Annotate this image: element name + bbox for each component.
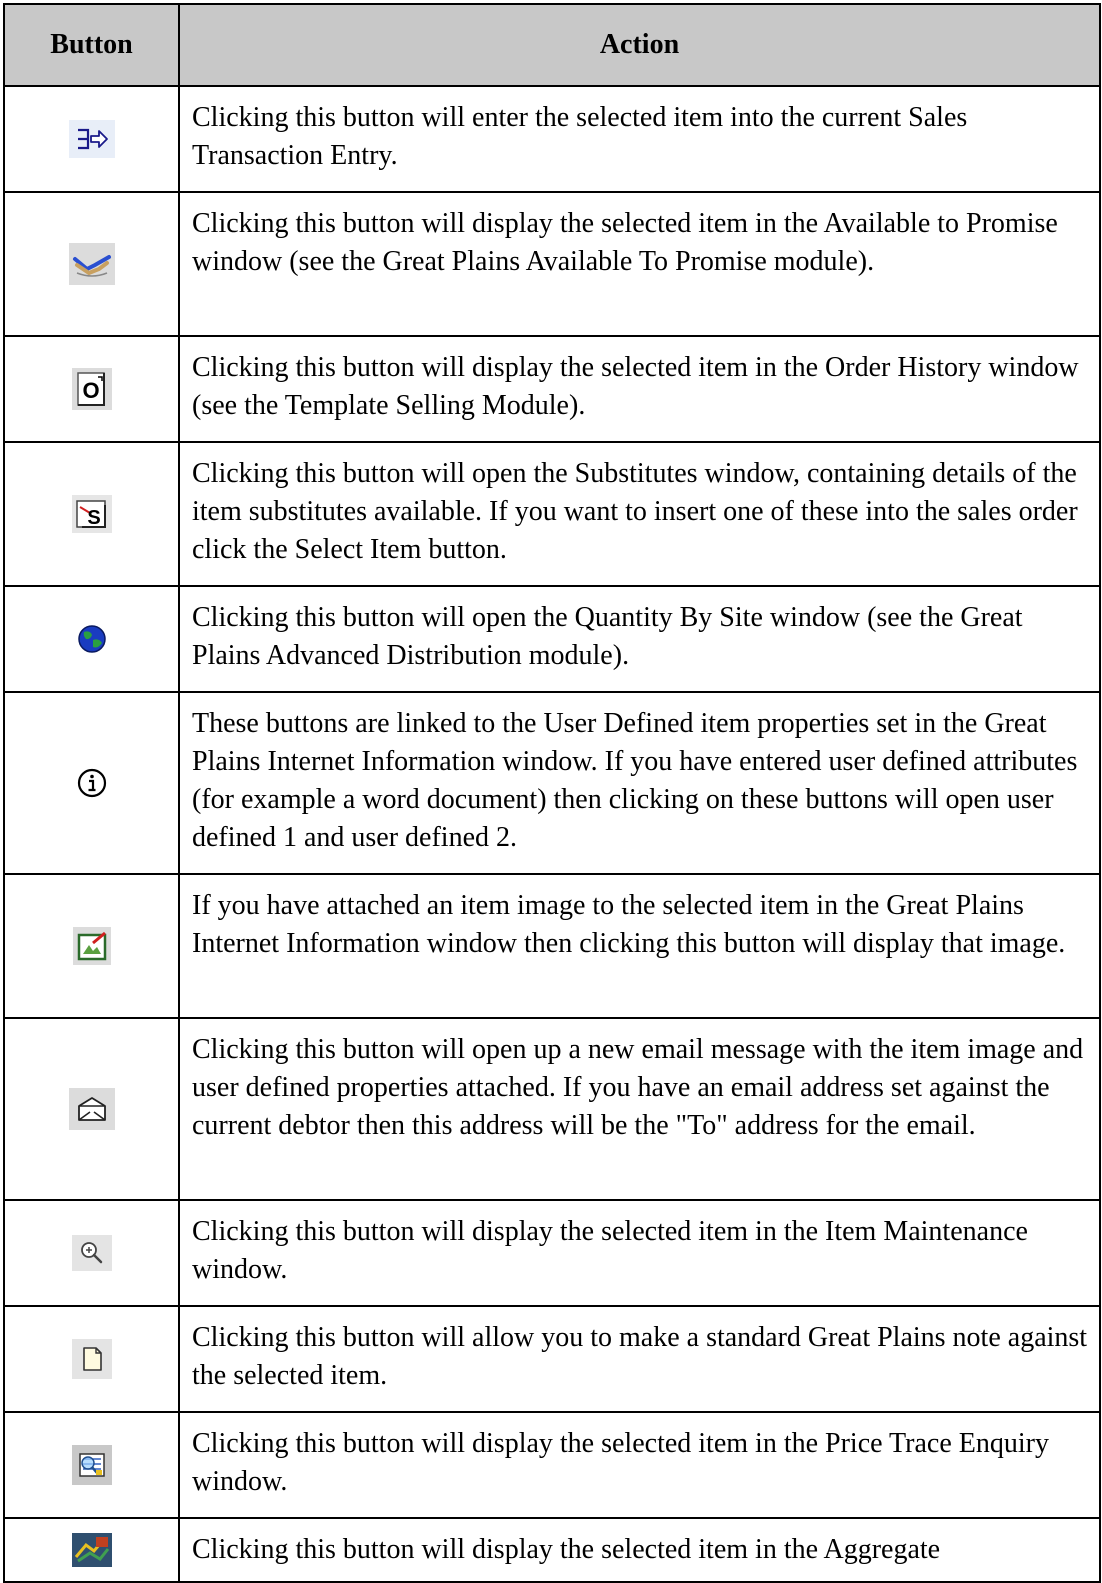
icon-cell <box>3 873 180 1019</box>
table-row: These buttons are linked to the User Def… <box>3 691 1101 875</box>
action-text: Clicking this button will display the se… <box>178 1199 1101 1307</box>
action-text: Clicking this button will enter the sele… <box>178 85 1101 193</box>
icon-cell <box>3 85 180 193</box>
svg-text:S: S <box>87 507 100 529</box>
table-row: Clicking this button will open the Quant… <box>3 585 1101 693</box>
table-row: Clicking this button will open up a new … <box>3 1017 1101 1201</box>
svg-text:O: O <box>82 378 99 403</box>
icon-cell <box>3 1199 180 1307</box>
action-text: Clicking this button will display the se… <box>178 335 1101 443</box>
table-row: If you have attached an item image to th… <box>3 873 1101 1019</box>
info-icon[interactable] <box>73 764 111 802</box>
button-action-table: Button Action Clicking this button will … <box>3 3 1101 1583</box>
table-row: Clicking this button will display the se… <box>3 1517 1101 1583</box>
action-text: Clicking this button will display the se… <box>178 1411 1101 1519</box>
action-text: If you have attached an item image to th… <box>178 873 1101 1019</box>
icon-cell <box>3 691 180 875</box>
note-icon[interactable] <box>71 1339 112 1379</box>
header-action: Action <box>178 3 1101 87</box>
action-text: Clicking this button will display the se… <box>178 191 1101 337</box>
icon-cell: S <box>3 441 180 587</box>
table-row: O Clicking this button will display the … <box>3 335 1101 443</box>
order-history-icon[interactable]: O <box>71 368 112 410</box>
table-row: Clicking this button will enter the sele… <box>3 85 1101 193</box>
icon-cell <box>3 1017 180 1201</box>
table-header-row: Button Action <box>3 3 1101 87</box>
icon-cell <box>3 1517 180 1583</box>
email-icon[interactable] <box>68 1088 115 1130</box>
icon-cell <box>3 1411 180 1519</box>
icon-cell <box>3 191 180 337</box>
substitutes-icon[interactable]: S <box>71 495 112 533</box>
table-row: Clicking this button will allow you to m… <box>3 1305 1101 1413</box>
action-text: Clicking this button will open the Subst… <box>178 441 1101 587</box>
handshake-icon[interactable] <box>68 243 115 285</box>
header-button: Button <box>3 3 180 87</box>
zoom-icon[interactable] <box>71 1235 112 1271</box>
action-text: Clicking this button will display the se… <box>178 1517 1101 1583</box>
image-icon[interactable] <box>72 927 111 965</box>
action-text: Clicking this button will open up a new … <box>178 1017 1101 1201</box>
action-text: Clicking this button will open the Quant… <box>178 585 1101 693</box>
price-trace-icon[interactable] <box>71 1445 112 1485</box>
table-row: Clicking this button will display the se… <box>3 1199 1101 1307</box>
table-row: Clicking this button will display the se… <box>3 1411 1101 1519</box>
table-row: Clicking this button will display the se… <box>3 191 1101 337</box>
action-text: These buttons are linked to the User Def… <box>178 691 1101 875</box>
enter-arrow-icon[interactable] <box>68 120 115 158</box>
aggregate-icon[interactable] <box>71 1533 112 1567</box>
action-text: Clicking this button will allow you to m… <box>178 1305 1101 1413</box>
globe-icon[interactable] <box>76 623 108 655</box>
icon-cell <box>3 585 180 693</box>
table-row: S Clicking this button will open the Sub… <box>3 441 1101 587</box>
icon-cell <box>3 1305 180 1413</box>
icon-cell: O <box>3 335 180 443</box>
